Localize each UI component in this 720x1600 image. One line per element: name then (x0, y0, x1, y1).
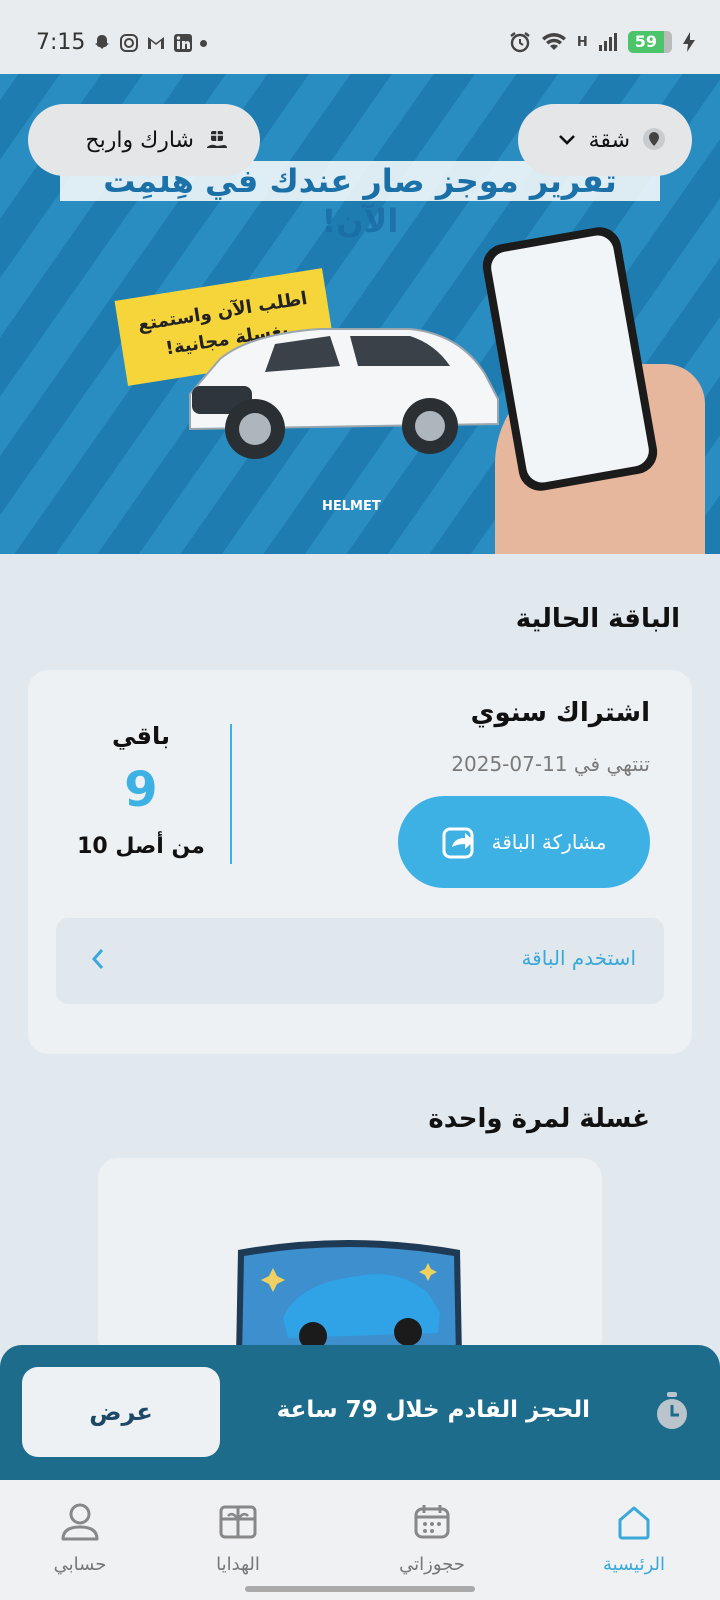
remaining-divider (230, 724, 232, 864)
linkedin-icon (174, 34, 192, 52)
plan-name: اشتراك سنوي (470, 698, 650, 728)
property-type-selector[interactable]: شقة (518, 104, 692, 176)
home-indicator[interactable] (245, 1586, 475, 1592)
remaining-label: باقي (111, 722, 171, 750)
status-time: 7:15 (36, 30, 86, 55)
nav-bookings-label: حجوزاتي (399, 1554, 465, 1575)
battery-level: 59 (627, 31, 672, 53)
nav-home-label: الرئيسية (603, 1554, 665, 1575)
share-and-earn-button[interactable]: شارك واربح (28, 104, 260, 176)
current-plan-card: اشتراك سنوي تنتهي في 11-07-2025 مشاركة ا… (28, 670, 692, 1054)
car-illustration (189, 328, 499, 459)
location-pin-icon (643, 128, 665, 150)
chevron-left-icon (91, 949, 104, 969)
plan-expiry: تنتهي في 11-07-2025 (451, 752, 650, 776)
remaining-total: من أصل 10 (77, 834, 205, 859)
signal-icon (598, 33, 617, 51)
banner-logo: HELMET (322, 499, 381, 514)
share-plan-label: مشاركة الباقة (491, 830, 607, 854)
alarm-icon (510, 32, 530, 53)
chevron-down-icon (558, 135, 575, 145)
timer-icon (657, 1392, 687, 1429)
use-plan-button[interactable]: استخدم الباقة (56, 918, 664, 1004)
gift-hand-icon (207, 131, 227, 148)
notification-icons (92, 33, 207, 53)
use-plan-label: استخدم الباقة (521, 946, 636, 970)
share-plan-button[interactable]: مشاركة الباقة (398, 796, 650, 888)
next-booking-bar: عرض الحجز القادم خلال 79 ساعة (0, 1345, 720, 1480)
nav-gifts-label: الهدايا (216, 1554, 260, 1575)
status-bar: 7:15 H 59 (0, 0, 720, 74)
share-icon (442, 827, 474, 859)
share-and-earn-label: شارك واربح (85, 127, 194, 153)
car-badge-icon (236, 1240, 462, 1358)
gift-icon (219, 1505, 257, 1539)
nav-home[interactable]: الرئيسية (564, 1502, 704, 1575)
nav-account[interactable]: حسابي (10, 1502, 150, 1575)
network-type: H (576, 34, 588, 50)
bottom-navigation: الرئيسية حجوزاتي الهدايا حسابي (0, 1480, 720, 1600)
current-plan-title: الباقة الحالية (515, 604, 680, 634)
remaining-count: 9 (124, 762, 158, 818)
user-icon (61, 1503, 99, 1541)
one-time-wash-title: غسلة لمرة واحدة (428, 1104, 650, 1134)
charging-icon (683, 32, 695, 52)
gmail-icon (148, 37, 164, 49)
property-type-label: شقة (588, 127, 630, 153)
nav-account-label: حسابي (53, 1554, 107, 1575)
nav-gifts[interactable]: الهدايا (168, 1502, 308, 1575)
view-booking-button[interactable]: عرض (22, 1367, 220, 1457)
snapchat-icon (95, 35, 109, 49)
more-notifications-dot (200, 39, 207, 47)
calendar-icon (414, 1505, 450, 1539)
next-booking-message: الحجز القادم خلال 79 ساعة (276, 1397, 590, 1423)
system-icons: H 59 (509, 31, 696, 53)
one-time-wash-card[interactable] (98, 1158, 602, 1358)
wifi-icon (541, 33, 566, 50)
home-icon (618, 1506, 650, 1540)
instagram-icon (120, 34, 138, 52)
nav-bookings[interactable]: حجوزاتي (362, 1502, 502, 1575)
